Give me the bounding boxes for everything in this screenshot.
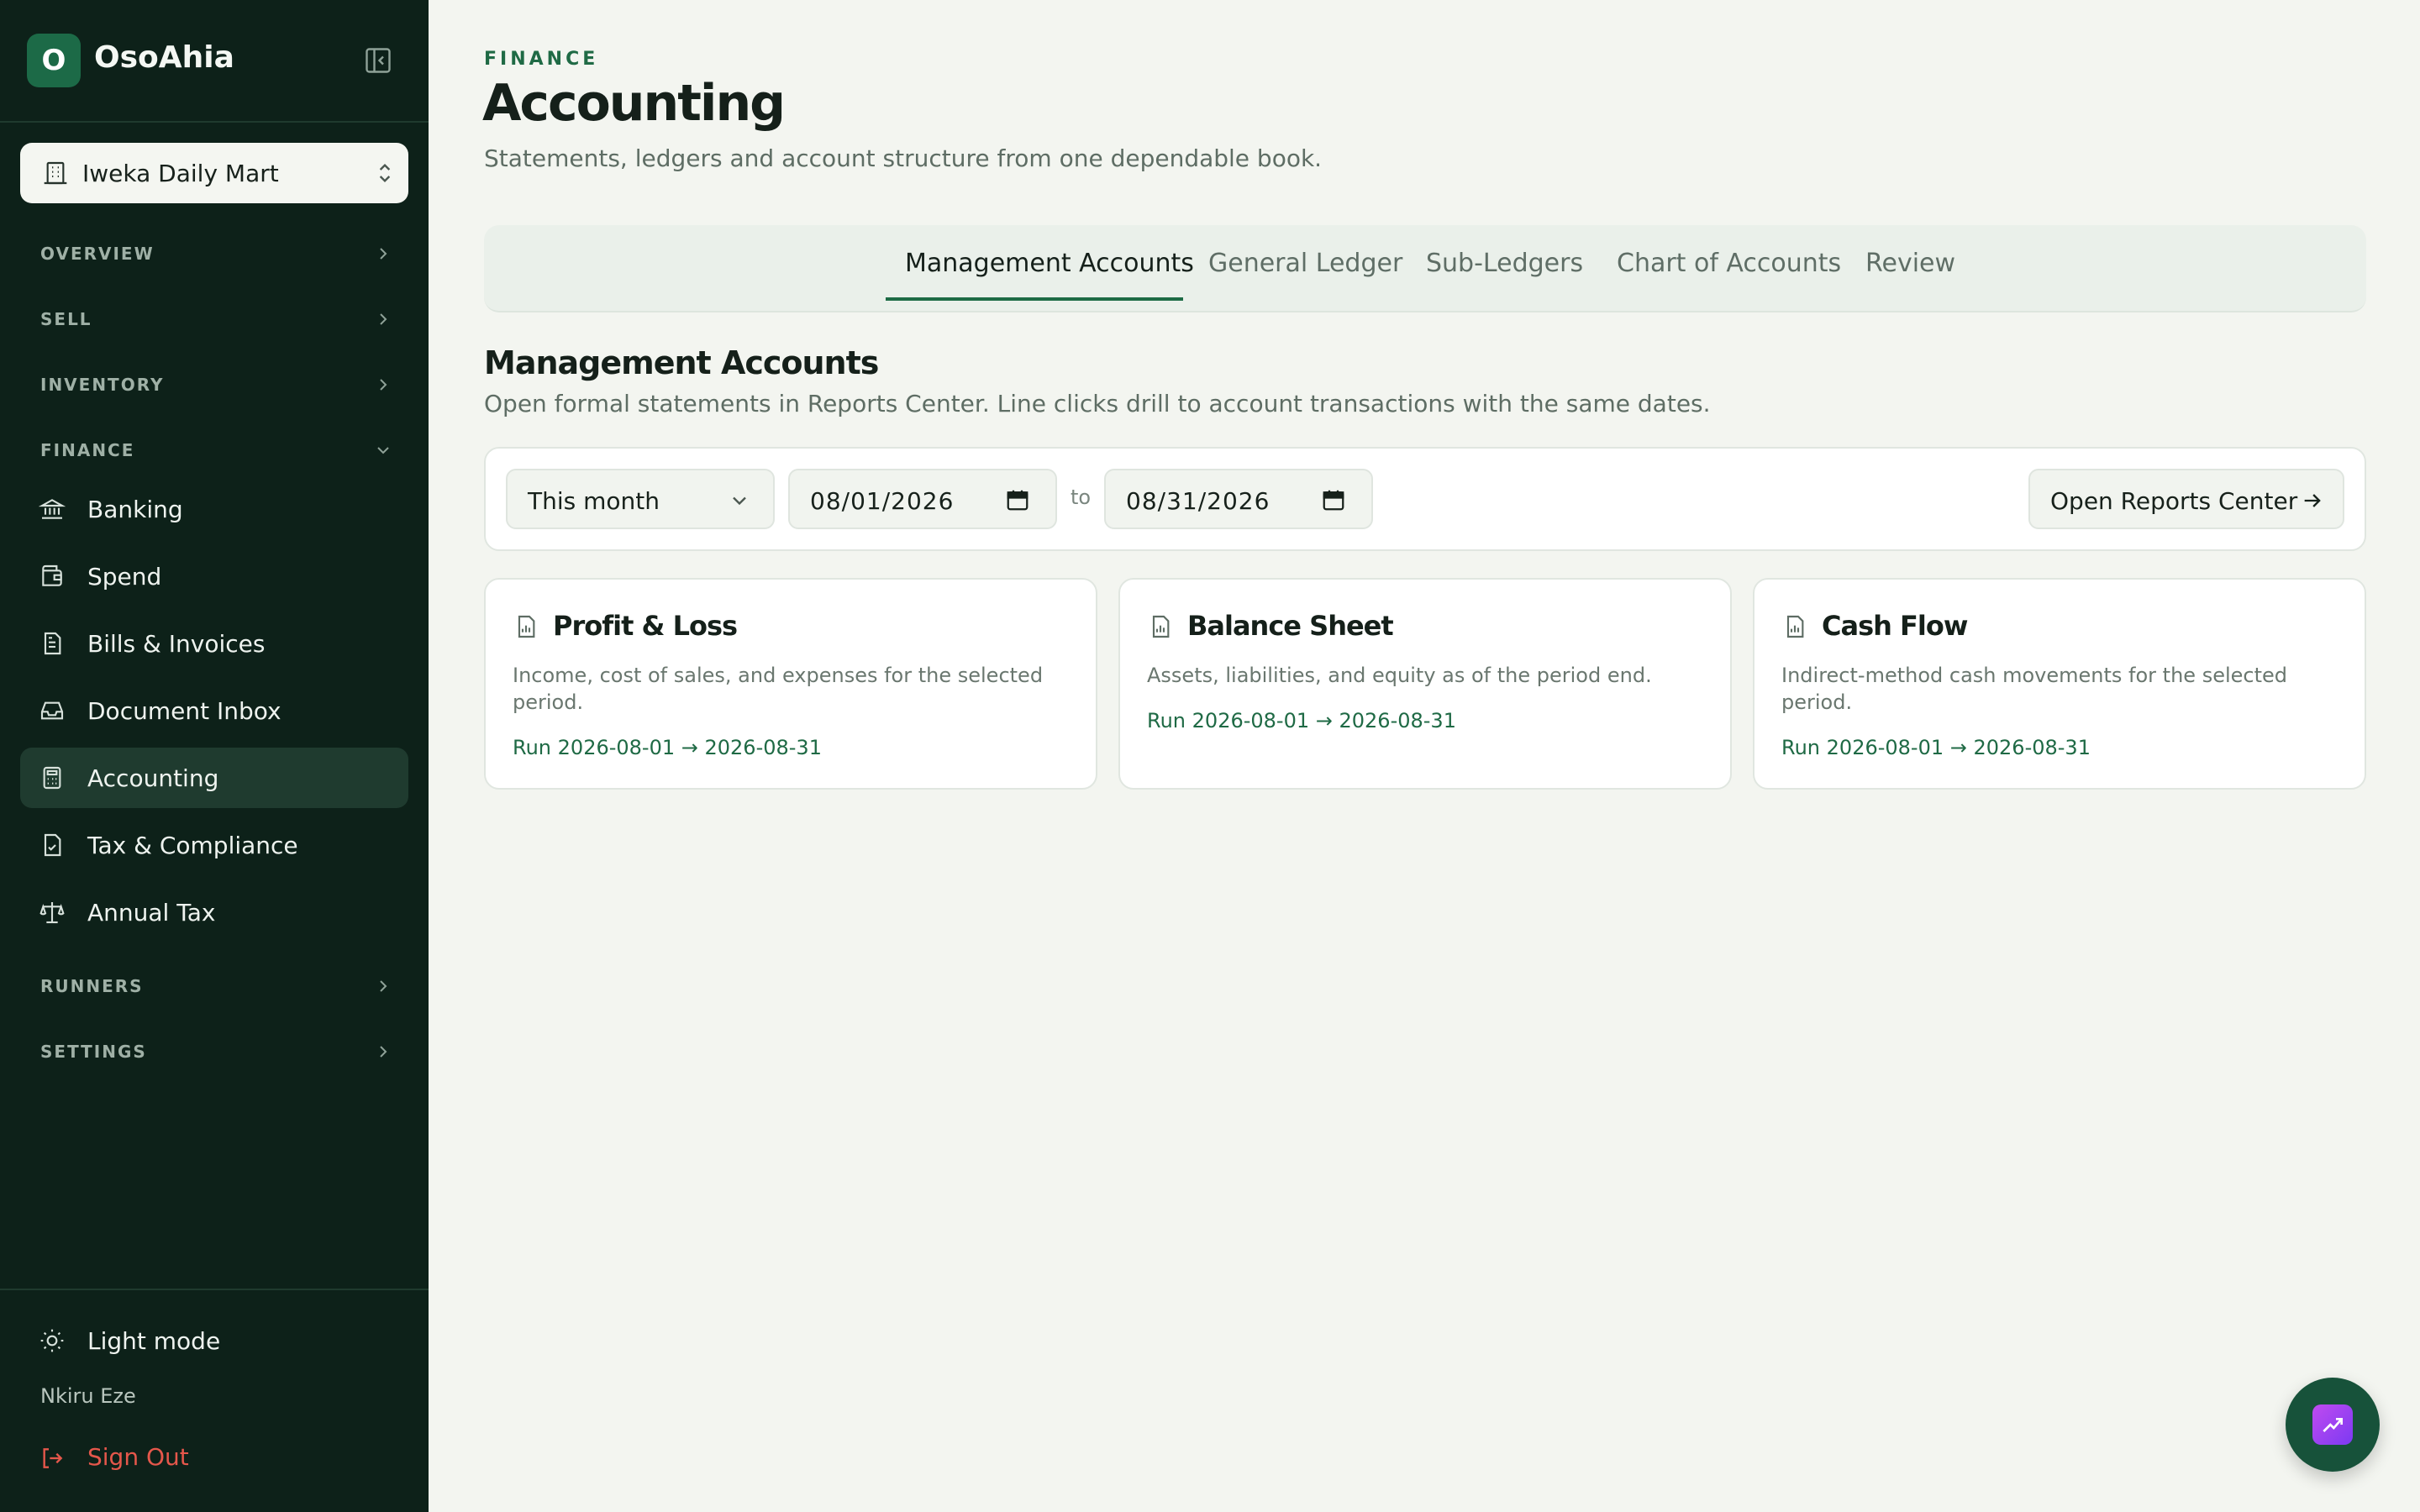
report-card-run-link[interactable]: Run 2026-08-01 → 2026-08-31 (1147, 709, 1456, 732)
nav-section-inventory[interactable]: INVENTORY (40, 368, 393, 402)
app-logo[interactable]: O (27, 34, 81, 87)
sidebar-item-label: Banking (87, 496, 183, 523)
receipt-icon (44, 632, 61, 655)
nav-section-runners[interactable]: RUNNERS (40, 969, 393, 1003)
page-title: Accounting (482, 74, 786, 133)
report-card-title: Profit & Loss (553, 610, 738, 642)
sidebar-item-banking[interactable]: Banking (20, 479, 408, 539)
sidebar-item-label: Spend (87, 563, 162, 591)
org-name: Iweka Daily Mart (82, 160, 279, 187)
file-check-icon (44, 833, 61, 857)
chevron-right-icon (380, 248, 387, 260)
chevron-down-icon (377, 447, 389, 454)
from-date-input[interactable]: 08/01/2026 (788, 469, 1057, 529)
tab-management-accounts[interactable]: Management Accounts (905, 249, 1194, 278)
nav-section-label: INVENTORY (40, 375, 165, 395)
period-select[interactable]: This month (506, 469, 775, 529)
sidebar-item-annual-tax[interactable]: Annual Tax (20, 882, 408, 942)
report-card-cash-flow[interactable]: Cash Flow Indirect-method cash movements… (1753, 578, 2366, 790)
chevron-down-icon (733, 496, 746, 506)
report-card-description: Income, cost of sales, and expenses for … (513, 664, 1044, 714)
section-title: Management Accounts (484, 344, 879, 381)
nav-section-sell[interactable]: SELL (40, 302, 393, 336)
tab-general-ledger[interactable]: General Ledger (1208, 249, 1402, 278)
section-description: Open formal statements in Reports Center… (484, 390, 1711, 417)
inbox-icon (40, 701, 64, 720)
report-card-balance-sheet[interactable]: Balance Sheet Assets, liabilities, and e… (1118, 578, 1732, 790)
nav-section-finance[interactable]: FINANCE (40, 433, 393, 467)
theme-toggle[interactable]: Light mode (20, 1310, 408, 1371)
sidebar-item-bills-invoices[interactable]: Bills & Invoices (20, 613, 408, 674)
assistant-fab-button[interactable] (2286, 1378, 2380, 1472)
sign-out-button[interactable]: Sign Out (20, 1428, 408, 1488)
sidebar-item-accounting[interactable]: Accounting (20, 748, 408, 808)
chevron-right-icon (380, 379, 387, 391)
sidebar-item-tax-compliance[interactable]: Tax & Compliance (20, 815, 408, 875)
sidebar-item-label: Tax & Compliance (87, 832, 298, 859)
report-card-run-link[interactable]: Run 2026-08-01 → 2026-08-31 (513, 736, 822, 759)
scale-icon (39, 902, 65, 924)
nav-section-label: OVERVIEW (40, 244, 155, 264)
bank-icon (39, 499, 66, 519)
file-chart-icon (1152, 615, 1170, 638)
report-card-run-link[interactable]: Run 2026-08-01 → 2026-08-31 (1781, 736, 2091, 759)
nav-section-label: SETTINGS (40, 1042, 147, 1062)
tab-chart-of-accounts[interactable]: Chart of Accounts (1617, 249, 1841, 278)
report-card-description: Indirect-method cash movements for the s… (1781, 664, 2288, 714)
nav-section-label: SELL (40, 309, 92, 329)
sidebar-collapse-icon[interactable] (363, 45, 393, 76)
trend-chart-icon (2312, 1404, 2353, 1445)
org-switcher[interactable]: Iweka Daily Mart (20, 143, 408, 203)
arrow-right-icon (2304, 494, 2321, 507)
sidebar-item-label: Bills & Invoices (87, 630, 266, 658)
nav-section-label: FINANCE (40, 440, 135, 460)
tabs-bar (484, 225, 2366, 312)
report-card-profit-loss[interactable]: Profit & Loss Income, cost of sales, and… (484, 578, 1097, 790)
file-chart-icon (518, 615, 535, 638)
sign-out-label: Sign Out (87, 1443, 189, 1471)
date-range-separator: to (1071, 486, 1092, 509)
chevron-right-icon (380, 1046, 387, 1058)
calculator-icon (43, 766, 61, 790)
to-date-input[interactable]: 08/31/2026 (1104, 469, 1373, 529)
sidebar-item-label: Annual Tax (87, 899, 216, 927)
brand-header: O OsoAhia (0, 0, 429, 123)
report-card-description: Assets, liabilities, and equity as of th… (1147, 664, 1652, 687)
sidebar-item-spend[interactable]: Spend (20, 546, 408, 606)
tab-review[interactable]: Review (1865, 249, 1955, 278)
to-date-value: 08/31/2026 (1126, 487, 1270, 515)
page-subtitle: Statements, ledgers and account structur… (484, 144, 1323, 172)
theme-toggle-label: Light mode (87, 1327, 221, 1355)
calendar-icon[interactable] (1005, 487, 1030, 512)
tab-sub-ledgers[interactable]: Sub-Ledgers (1426, 249, 1583, 278)
page-eyebrow: FINANCE (484, 49, 599, 70)
app-name: OsoAhia (94, 40, 234, 75)
report-card-title: Balance Sheet (1187, 610, 1394, 642)
sidebar-item-document-inbox[interactable]: Document Inbox (20, 680, 408, 741)
sidebar-item-label: Accounting (87, 764, 219, 792)
nav-section-label: RUNNERS (40, 976, 144, 996)
period-select-value: This month (528, 487, 660, 515)
chevron-right-icon (380, 313, 387, 325)
logout-icon (43, 1448, 63, 1468)
user-name: Nkiru Eze (40, 1384, 136, 1408)
wallet-icon (42, 564, 62, 586)
sidebar-item-label: Document Inbox (87, 697, 281, 725)
open-reports-center-button[interactable]: Open Reports Center (2028, 469, 2344, 529)
nav-section-settings[interactable]: SETTINGS (40, 1035, 393, 1068)
sidebar: O OsoAhia Iweka Daily Mart OVERVIEW SELL… (0, 0, 429, 1512)
open-reports-center-label: Open Reports Center (2050, 487, 2298, 515)
calendar-icon[interactable] (1321, 487, 1346, 512)
sun-icon (40, 1329, 64, 1352)
active-tab-indicator (886, 297, 1183, 301)
from-date-value: 08/01/2026 (810, 487, 955, 515)
file-chart-icon (1786, 615, 1804, 638)
chevron-right-icon (380, 980, 387, 992)
building-icon (44, 161, 67, 185)
chevron-up-down-icon (379, 163, 391, 183)
divider (0, 1289, 429, 1290)
nav-section-overview[interactable]: OVERVIEW (40, 237, 393, 270)
report-card-title: Cash Flow (1822, 610, 1968, 642)
